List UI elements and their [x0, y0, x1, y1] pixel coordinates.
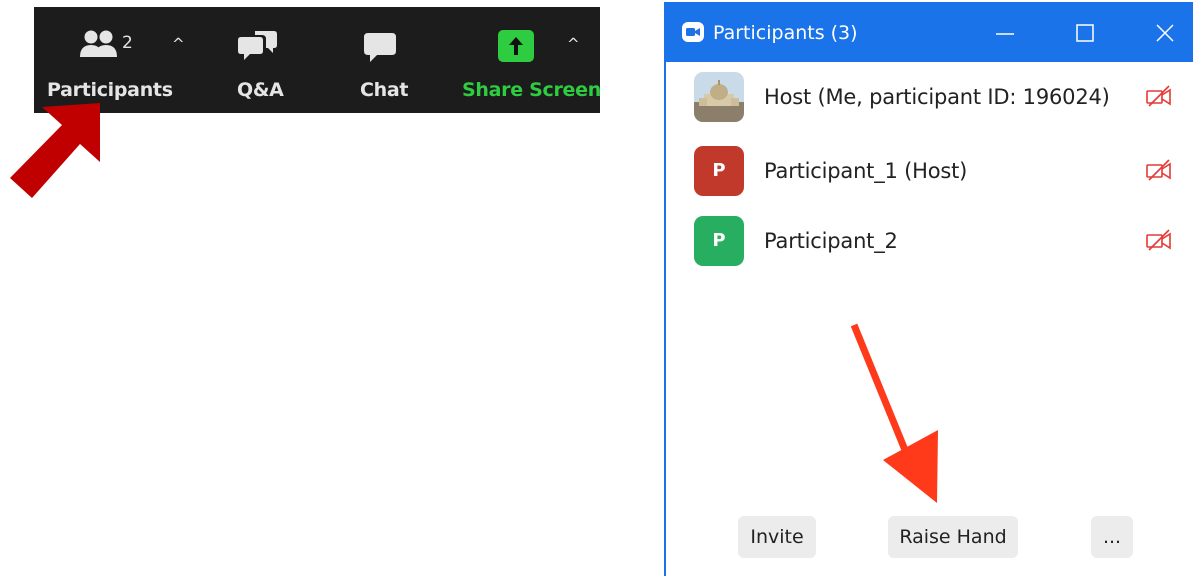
participant-name: Host (Me, participant ID: 196024)	[764, 85, 1110, 109]
maximize-icon[interactable]	[1070, 18, 1100, 48]
video-off-icon[interactable]	[1146, 228, 1172, 252]
close-icon[interactable]	[1150, 18, 1180, 48]
chat-button[interactable]: Chat	[349, 7, 419, 113]
participants-window: Participants (3) Host (Me, participant I	[664, 2, 1193, 576]
qa-button[interactable]: Q&A	[224, 7, 304, 113]
video-off-icon[interactable]	[1146, 158, 1172, 182]
share-caret[interactable]: ^	[567, 35, 580, 53]
video-off-icon[interactable]	[1146, 84, 1172, 108]
qa-label: Q&A	[237, 79, 284, 101]
share-up-arrow-icon	[498, 30, 534, 62]
avatar-initial: P	[694, 146, 744, 196]
window-title: Participants (3)	[713, 22, 858, 44]
participants-button[interactable]: 2 Participants	[34, 7, 174, 113]
chat-label: Chat	[360, 79, 409, 101]
participant-count: 2	[122, 33, 133, 53]
people-icon	[80, 30, 117, 57]
avatar-photo	[694, 72, 744, 122]
meeting-toolbar: 2 Participants ^ Q&A Chat Share Screen ^	[34, 7, 601, 113]
participants-caret[interactable]: ^	[172, 35, 185, 53]
camera-logo-icon	[682, 22, 704, 42]
title-bar[interactable]: Participants (3)	[666, 2, 1193, 62]
participants-label: Participants	[47, 79, 173, 101]
participant-row-1[interactable]: P Participant_1 (Host)	[694, 146, 1174, 198]
participant-row-host[interactable]: Host (Me, participant ID: 196024)	[694, 72, 1174, 124]
avatar-initial: P	[694, 216, 744, 266]
chat-bubble-icon	[364, 33, 396, 62]
share-screen-button[interactable]: Share Screen	[454, 7, 601, 113]
invite-button[interactable]: Invite	[738, 516, 816, 558]
annotation-arrow-left	[10, 103, 100, 198]
raise-hand-button[interactable]: Raise Hand	[888, 516, 1018, 558]
share-screen-label: Share Screen	[462, 79, 601, 101]
participant-name: Participant_1 (Host)	[764, 159, 968, 183]
participant-row-2[interactable]: P Participant_2	[694, 216, 1174, 268]
participant-name: Participant_2	[764, 229, 898, 253]
minimize-icon[interactable]	[990, 18, 1020, 48]
qa-bubbles-icon	[238, 31, 277, 60]
more-button[interactable]: ...	[1091, 516, 1133, 558]
